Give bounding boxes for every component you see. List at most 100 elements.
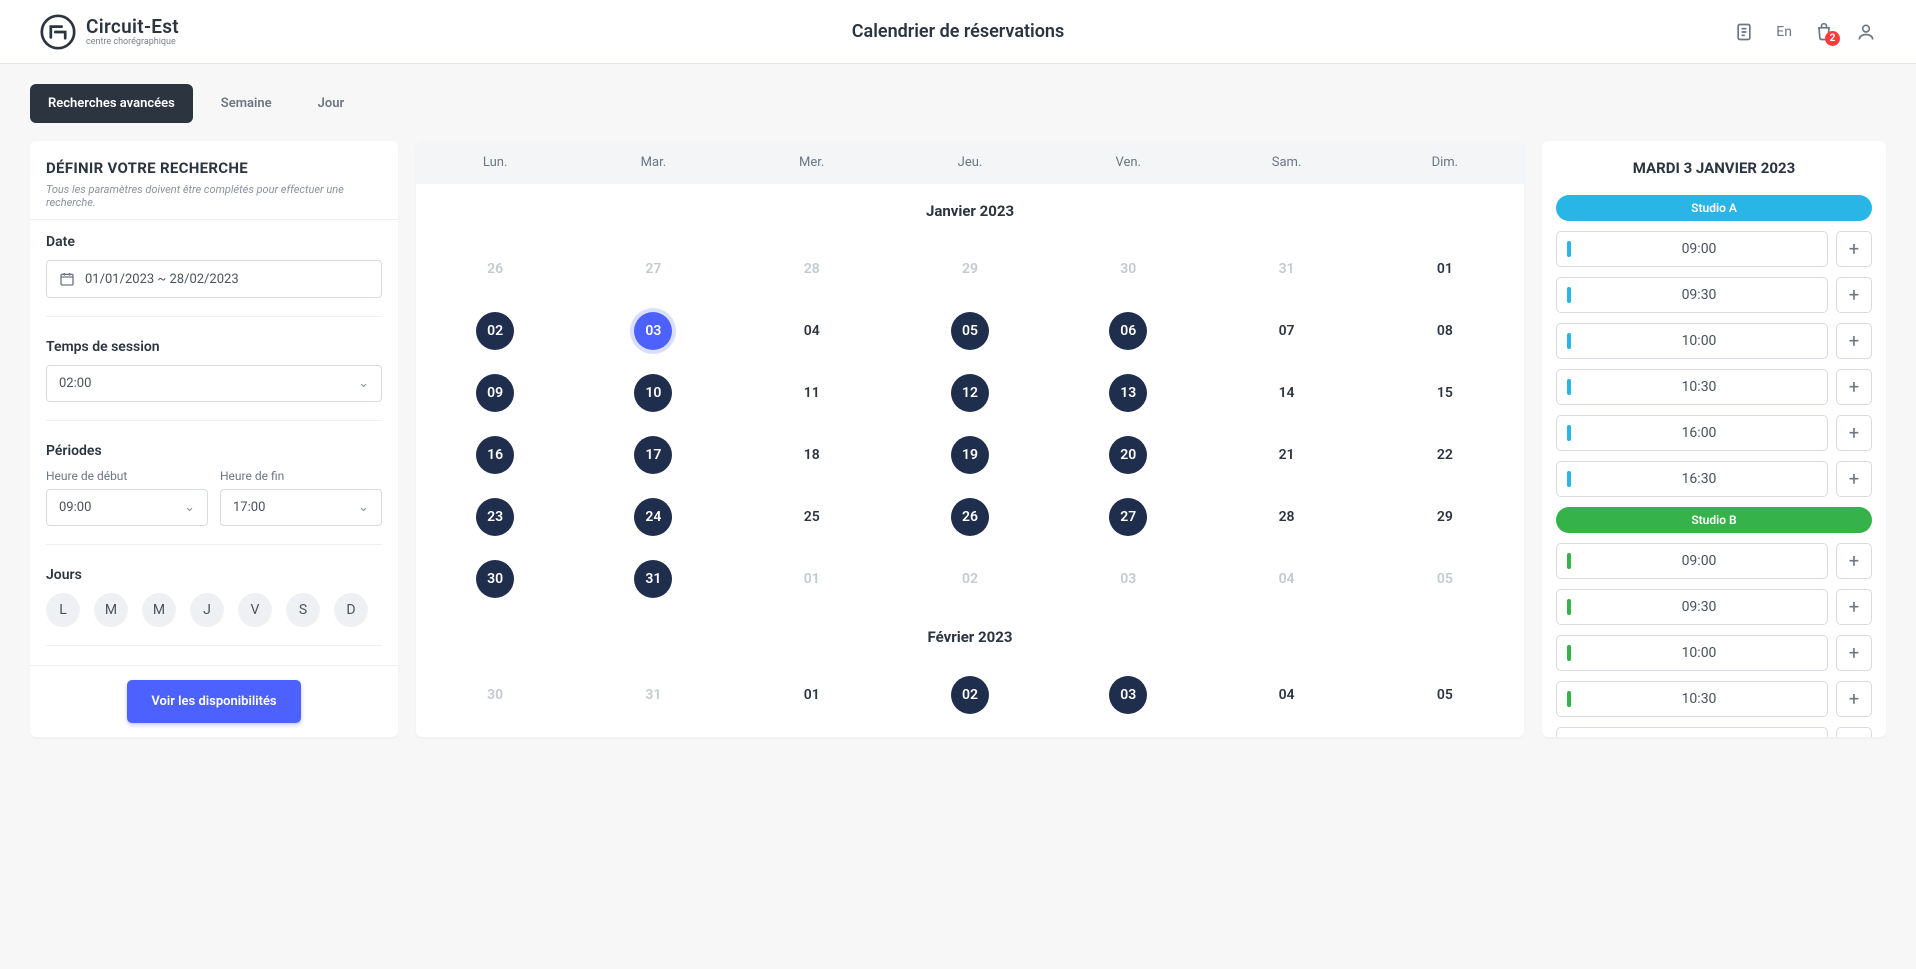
calendar-day-number[interactable]: 02	[476, 312, 514, 350]
timeslot-button[interactable]: 16:00	[1556, 415, 1828, 451]
calendar-day-number[interactable]: 10	[634, 374, 672, 412]
tab-day[interactable]: Jour	[300, 84, 363, 123]
calendar-day-cell: 08	[1366, 300, 1524, 362]
calendar-day-number[interactable]: 19	[951, 436, 989, 474]
timeslot-add-button[interactable]: +	[1836, 369, 1872, 405]
timeslot-add-button[interactable]: +	[1836, 323, 1872, 359]
calendar-day-number[interactable]: 20	[1109, 436, 1147, 474]
calendar-day-cell[interactable]: 20	[1049, 424, 1207, 486]
calendar-day-cell[interactable]: 02	[416, 300, 574, 362]
tab-advanced-search[interactable]: Recherches avancées	[30, 84, 193, 123]
day-toggle-tue[interactable]: M	[94, 593, 128, 627]
timeslot-add-button[interactable]: +	[1836, 681, 1872, 717]
calendar-day-cell[interactable]: 12	[891, 362, 1049, 424]
calendar-day-number[interactable]: 12	[951, 374, 989, 412]
calendar-day-cell[interactable]: 24	[574, 486, 732, 548]
top-actions: En 2	[1734, 22, 1876, 42]
calendar-day-cell[interactable]: 19	[891, 424, 1049, 486]
day-toggle-sat[interactable]: S	[286, 593, 320, 627]
calendar-day-number[interactable]: 05	[951, 312, 989, 350]
day-toggle-thu[interactable]: J	[190, 593, 224, 627]
calendar-day-number[interactable]: 24	[634, 498, 672, 536]
timeslot-add-button[interactable]: +	[1836, 231, 1872, 267]
timeslot-button[interactable]: 09:30	[1556, 589, 1828, 625]
start-time-select[interactable]: 09:00 ⌄	[46, 489, 208, 526]
timeslot-button[interactable]: 16:30	[1556, 461, 1828, 497]
calendar-week: 30310102030405	[416, 548, 1524, 610]
logo[interactable]: Circuit-Est centre chorégraphique	[40, 14, 179, 50]
timeslot-time: 09:00	[1571, 553, 1827, 569]
dow-wed: Mer.	[733, 141, 891, 184]
calendar-day-number[interactable]: 30	[476, 560, 514, 598]
day-toggle-mon[interactable]: L	[46, 593, 80, 627]
timeslot-button[interactable]: 09:00	[1556, 231, 1828, 267]
cart-icon[interactable]: 2	[1814, 22, 1834, 42]
session-select[interactable]: 02:00 ⌄	[46, 365, 382, 402]
user-icon[interactable]	[1856, 22, 1876, 42]
document-icon[interactable]	[1734, 22, 1754, 42]
timeslot-time: 10:30	[1571, 379, 1827, 395]
logo-icon	[40, 14, 76, 50]
calendar-day-cell[interactable]: 10	[574, 362, 732, 424]
timeslot-button[interactable]: 10:30	[1556, 681, 1828, 717]
timeslot-add-button[interactable]: +	[1836, 589, 1872, 625]
timeslot-button[interactable]: 10:00	[1556, 323, 1828, 359]
timeslot-add-button[interactable]: +	[1836, 543, 1872, 579]
day-toggle-fri[interactable]: V	[238, 593, 272, 627]
calendar-day-number: 21	[1268, 436, 1306, 474]
calendar-day-number: 27	[634, 250, 672, 288]
calendar-day-number[interactable]: 31	[634, 560, 672, 598]
calendar-day-cell[interactable]: 17	[574, 424, 732, 486]
calendar-day-number[interactable]: 16	[476, 436, 514, 474]
timeslot-add-button[interactable]: +	[1836, 415, 1872, 451]
day-toggle-sun[interactable]: D	[334, 593, 368, 627]
timeslot-time: 16:00	[1571, 425, 1827, 441]
calendar-day-cell[interactable]: 06	[1049, 300, 1207, 362]
timeslot-add-button[interactable]: +	[1836, 277, 1872, 313]
timeslot-row: 09:30+	[1556, 589, 1872, 625]
tab-week[interactable]: Semaine	[203, 84, 290, 123]
calendar-day-number[interactable]: 13	[1109, 374, 1147, 412]
calendar-day-cell[interactable]: 27	[1049, 486, 1207, 548]
calendar-day-cell[interactable]: 03	[574, 300, 732, 362]
calendar-day-cell: 22	[1366, 424, 1524, 486]
timeslot-button[interactable]: 09:30	[1556, 277, 1828, 313]
timeslot-button[interactable]: 09:00	[1556, 543, 1828, 579]
calendar-day-number[interactable]: 27	[1109, 498, 1147, 536]
calendar-day-number[interactable]: 26	[951, 498, 989, 536]
calendar-day-number[interactable]: 02	[951, 676, 989, 714]
calendar-day-number[interactable]: 03	[1109, 676, 1147, 714]
calendar-day-cell[interactable]: 16	[416, 424, 574, 486]
view-availability-button[interactable]: Voir les disponibilités	[127, 680, 300, 723]
end-time-select[interactable]: 17:00 ⌄	[220, 489, 382, 526]
calendar-day-cell[interactable]: 26	[891, 486, 1049, 548]
calendar-day-cell[interactable]: 05	[891, 300, 1049, 362]
timeslot-add-button[interactable]: +	[1836, 727, 1872, 737]
calendar-day-number[interactable]: 23	[476, 498, 514, 536]
calendar-day-number[interactable]: 03	[634, 312, 672, 350]
calendar-day-number[interactable]: 17	[634, 436, 672, 474]
date-range-input[interactable]: 01/01/2023 ~ 28/02/2023	[46, 260, 382, 298]
dow-mon: Lun.	[416, 141, 574, 184]
calendar-day-number[interactable]: 06	[1109, 312, 1147, 350]
calendar-day-cell[interactable]: 02	[891, 664, 1049, 726]
calendar-day-cell[interactable]: 03	[1049, 664, 1207, 726]
month-block: Janvier 20232627282930310102030405060708…	[416, 184, 1524, 610]
timeslot-button[interactable]: 10:00	[1556, 635, 1828, 671]
calendar-day-cell[interactable]: 09	[416, 362, 574, 424]
calendar-day-cell[interactable]: 23	[416, 486, 574, 548]
timeslot-button[interactable]: 11:00	[1556, 727, 1828, 737]
timeslot-button[interactable]: 10:30	[1556, 369, 1828, 405]
day-toggle-wed[interactable]: M	[142, 593, 176, 627]
timeslot-add-button[interactable]: +	[1836, 635, 1872, 671]
calendar-day-number[interactable]: 09	[476, 374, 514, 412]
calendar-day-cell[interactable]: 13	[1049, 362, 1207, 424]
timeslot-add-button[interactable]: +	[1836, 461, 1872, 497]
calendar-day-cell[interactable]: 31	[574, 548, 732, 610]
language-toggle[interactable]: En	[1776, 24, 1792, 40]
topbar: Circuit-Est centre chorégraphique Calend…	[0, 0, 1916, 64]
day-detail-panel: MARDI 3 JANVIER 2023 Studio A09:00+09:30…	[1542, 141, 1886, 737]
dow-tue: Mar.	[574, 141, 732, 184]
calendar-day-cell[interactable]: 30	[416, 548, 574, 610]
calendar-icon	[59, 271, 75, 287]
